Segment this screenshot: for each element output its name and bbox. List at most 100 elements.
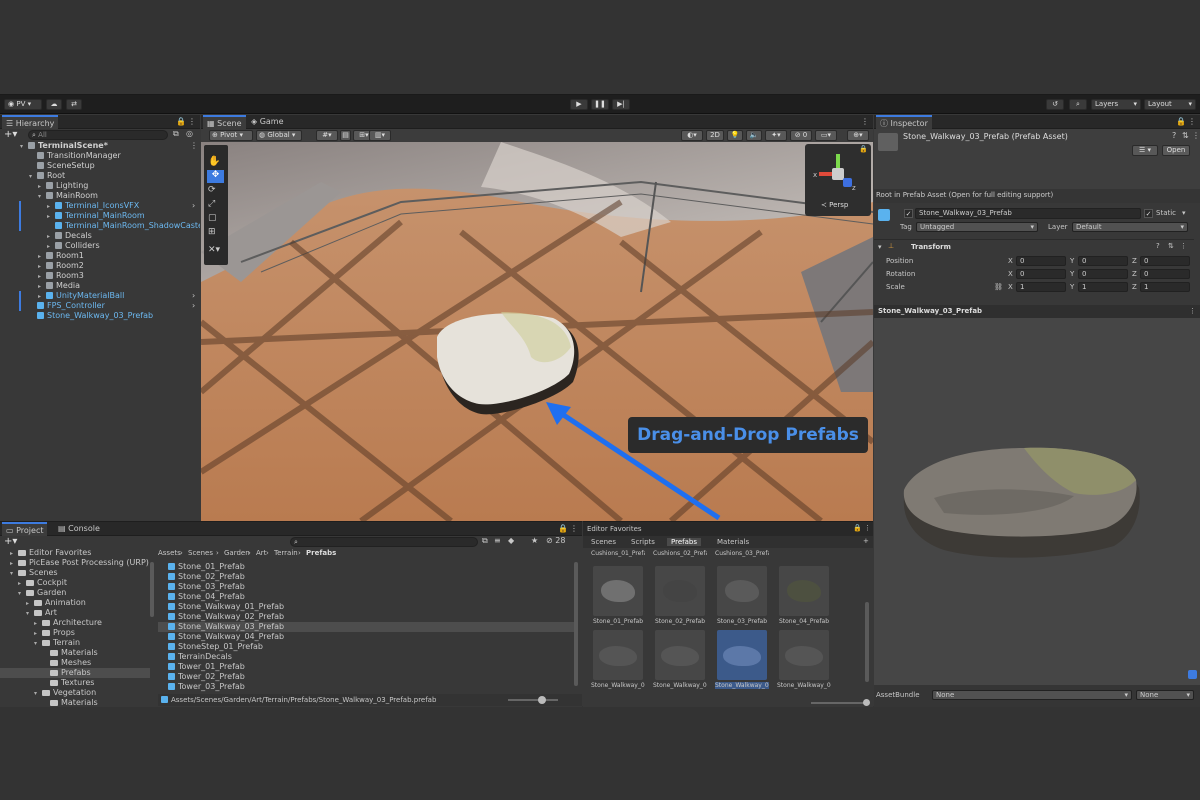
breadcrumb-item[interactable]: Prefabs (306, 549, 336, 557)
project-tree-item[interactable]: Prefabs (0, 668, 150, 678)
presets-icon[interactable]: ⇅ (1168, 242, 1174, 250)
breadcrumb-item[interactable]: Terrain (274, 549, 298, 557)
hierarchy-item[interactable]: ▸ Lighting (38, 181, 88, 191)
active-checkbox[interactable]: ✓ (904, 209, 913, 218)
favorites-tab-scripts[interactable]: Scripts (627, 538, 659, 546)
custom-tool-icon[interactable]: ✕▾ (208, 245, 226, 257)
project-tree-item[interactable]: ▾ Garden (0, 588, 150, 598)
favorite-thumbnail[interactable] (593, 630, 643, 680)
project-search-input[interactable]: ⌕ (290, 537, 478, 547)
static-checkbox[interactable]: ✓ (1144, 209, 1153, 218)
label-icon[interactable]: ◆ (508, 536, 514, 545)
more-icon[interactable]: ⋮ (1189, 307, 1196, 315)
project-tree-item[interactable]: ▸ Cockpit (0, 578, 150, 588)
layout-dropdown[interactable]: Layout ▾ (1144, 99, 1196, 110)
transform-position-y-field[interactable]: 0 (1078, 256, 1128, 266)
filter-icon[interactable]: ⧉ (173, 129, 179, 139)
favorite-icon[interactable]: ★ (531, 536, 538, 545)
more-icon[interactable]: ⋮ (1180, 242, 1187, 250)
hierarchy-item[interactable]: SceneSetup (29, 161, 95, 171)
favorite-thumbnail[interactable] (779, 630, 829, 680)
breadcrumb-item[interactable]: Assets (158, 549, 181, 557)
play-button[interactable]: ▶ (570, 99, 588, 110)
assetbundle-dropdown[interactable]: None ▾ (932, 690, 1132, 700)
hierarchy-item[interactable]: ▸ Room2 (38, 261, 84, 271)
settings-icon[interactable]: ⇅ (1182, 131, 1189, 140)
link-icon[interactable]: ⛓ (994, 283, 1003, 291)
tag-dropdown[interactable]: Untagged ▾ (916, 222, 1038, 232)
transform-rotation-x-field[interactable]: 0 (1016, 269, 1066, 279)
breadcrumb-item[interactable]: Scenes (188, 549, 213, 557)
more-icon[interactable]: ⋮ (570, 524, 578, 533)
project-tree-item[interactable]: ▸ Architecture (0, 618, 150, 628)
project-tree-item[interactable]: Textures (0, 678, 150, 688)
cloud-button[interactable]: ☁ (46, 99, 62, 110)
lock-icon[interactable]: 🔒 (558, 524, 568, 533)
expand-caret-icon[interactable]: ▾ (20, 142, 28, 152)
breadcrumb-item[interactable]: Art (256, 549, 266, 557)
hierarchy-item[interactable]: Stone_Walkway_03_Prefab (29, 311, 153, 321)
gizmo-lock-icon[interactable]: 🔒 (859, 145, 868, 153)
more-icon[interactable]: ⋮ (1192, 131, 1200, 140)
project-tree-item[interactable]: Materials (0, 698, 150, 707)
hierarchy-item[interactable]: ▸ Room1 (38, 251, 84, 261)
more-icon[interactable]: ⋮ (864, 524, 871, 532)
hierarchy-item[interactable]: ▸ Decals (47, 231, 92, 241)
file-item[interactable]: Stone_01_Prefab (158, 562, 574, 572)
grid-snap-button[interactable]: #▾ (316, 130, 338, 141)
search-button[interactable]: ⌕ (1069, 99, 1087, 110)
favorites-scrollbar[interactable] (865, 602, 869, 682)
project-tree-item[interactable]: ▸ PicEase Post Processing (URP) (0, 558, 150, 568)
more-icon[interactable]: ⋮ (190, 141, 198, 150)
lock-icon[interactable]: 🔒 (853, 524, 862, 532)
file-item[interactable]: Stone_03_Prefab (158, 582, 574, 592)
layer-dropdown[interactable]: Default ▾ (1072, 222, 1188, 232)
project-tree-item[interactable]: ▾ Scenes (0, 568, 150, 578)
grid-increment-button[interactable]: ▤ (340, 130, 351, 141)
add-icon[interactable]: +▾ (4, 129, 17, 140)
favorite-thumbnail[interactable] (593, 566, 643, 616)
search-by-type-icon[interactable]: ⧉ (482, 536, 488, 546)
mode-2d-button[interactable]: 2D (706, 130, 724, 141)
scene-viewport[interactable]: ✋ ✥ ⟳ ⤢ ▢ ⊞ ✕▾ 🔒 x z ≺ Persp Drag-and-Dr (201, 142, 873, 521)
tab-inspector[interactable]: ⓘ Inspector (876, 115, 932, 129)
favorite-thumbnail[interactable] (655, 630, 705, 680)
search-by-label-icon[interactable]: ≡ (494, 536, 501, 545)
file-item[interactable]: StoneStep_01_Prefab (158, 642, 574, 652)
hierarchy-item[interactable]: ▾ Root (29, 171, 65, 181)
preview-render[interactable] (874, 318, 1200, 678)
project-tree-item[interactable]: ▸ Animation (0, 598, 150, 608)
transform-position-x-field[interactable]: 0 (1016, 256, 1066, 266)
camera-dropdown[interactable]: ▭▾ (815, 130, 837, 141)
layers-dropdown[interactable]: Layers ▾ (1091, 99, 1141, 110)
history-button[interactable]: ↺ (1046, 99, 1064, 110)
tree-scrollbar[interactable] (150, 562, 154, 617)
lighting-toggle[interactable]: 💡 (727, 130, 743, 141)
move-tool-icon[interactable]: ✥ (207, 170, 224, 183)
file-item[interactable]: Tower_01_Prefab (158, 662, 574, 672)
favorites-tab-materials[interactable]: Materials (713, 538, 753, 546)
hierarchy-item[interactable]: ▸ Terminal_IconsVFX (47, 201, 139, 211)
hierarchy-item[interactable]: ▸ Media (38, 281, 80, 291)
file-item[interactable]: Tower_02_Prefab (158, 672, 574, 682)
tab-hierarchy[interactable]: ☰ Hierarchy (2, 115, 59, 129)
pause-button[interactable]: ❚❚ (591, 99, 609, 110)
file-item[interactable]: Stone_Walkway_01_Prefab (158, 602, 574, 612)
variant-dropdown[interactable]: None ▾ (1136, 690, 1194, 700)
breadcrumb-item[interactable]: Garden (224, 549, 250, 557)
hierarchy-item[interactable]: ▸ Room3 (38, 271, 84, 281)
favorites-zoom-slider[interactable] (811, 702, 867, 704)
hierarchy-item[interactable]: TransitionManager (29, 151, 121, 161)
tab-project[interactable]: ▭ Project (2, 522, 48, 536)
file-item[interactable]: Stone_Walkway_04_Prefab (158, 632, 574, 642)
project-tree-item[interactable]: ▾ Art (0, 608, 150, 618)
hierarchy-item[interactable]: FPS_Controller (29, 301, 105, 311)
name-field[interactable]: Stone_Walkway_03_Prefab (915, 208, 1141, 219)
persp-label[interactable]: ≺ Persp (821, 201, 848, 209)
hierarchy-item[interactable]: ▸ Colliders (47, 241, 100, 251)
tab-scene[interactable]: ▦ Scene (203, 115, 246, 129)
file-item[interactable]: Stone_04_Prefab (158, 592, 574, 602)
transform-tool-icon[interactable]: ⊞ (208, 227, 223, 239)
hidden-packages-icon[interactable]: ⊘ 28 (546, 536, 565, 545)
tab-console[interactable]: ▤ Console (54, 522, 104, 536)
